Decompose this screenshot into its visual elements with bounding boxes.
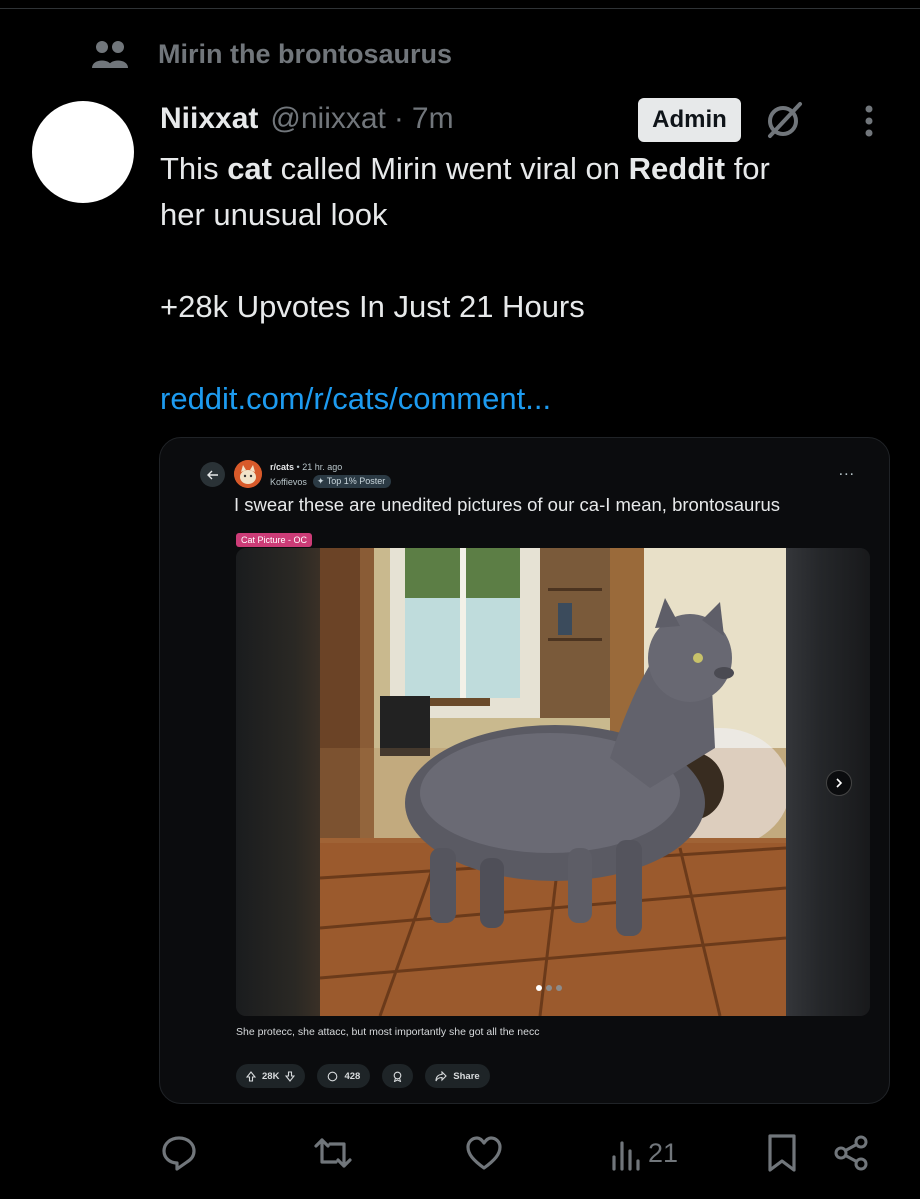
reddit-comments-pill: 428 [317,1064,371,1088]
comment-count: 428 [344,1070,361,1082]
carousel-dot-1 [536,985,542,991]
author-handle[interactable]: @niixxat [270,102,386,136]
reddit-user-line: Koffievos ✦ Top 1% Poster [270,475,392,488]
views-icon [612,1141,640,1171]
post-text: This cat called Mirin went viral on Redd… [160,146,880,422]
community-icon [90,36,136,72]
admin-badge: Admin [638,98,741,142]
award-icon [393,1071,402,1082]
share-arrow-icon [435,1070,448,1081]
post-time[interactable]: 7m [412,102,454,136]
reddit-vote-pill: 28K [236,1064,306,1088]
post-text-line-2: her unusual look [160,197,388,232]
subreddit-line: r/cats • 21 hr. ago [270,462,342,472]
reddit-award-pill [382,1064,414,1088]
share-icon [834,1135,868,1171]
separator: · [393,102,404,135]
post-flair: Cat Picture - OC [236,533,313,547]
author-name[interactable]: Niixxat [160,102,258,136]
post-text-line-1: This cat called Mirin went viral on Redd… [160,151,770,186]
carousel-dot-2 [546,985,552,991]
more-options-icon[interactable] [852,100,886,142]
repost-button[interactable] [312,1130,354,1176]
upvote-count: 28K [262,1070,280,1082]
grok-icon[interactable] [760,98,808,142]
community-name[interactable]: Mirin the brontosaurus [158,39,452,70]
post-text-line-3: +28k Upvotes In Just 21 Hours [160,289,585,324]
reddit-username: Koffievos [270,476,307,487]
repost-icon [314,1138,352,1168]
heart-icon [466,1136,502,1170]
reddit-more-icon: ... [838,462,855,479]
cat-photo [320,548,786,1016]
share-label: Share [453,1070,480,1082]
bookmark-button[interactable] [766,1130,798,1176]
avatar[interactable] [32,101,134,203]
views-count: 21 [648,1137,679,1168]
media-screenshot[interactable]: r/cats • 21 hr. ago Koffievos ✦ Top 1% P… [159,437,890,1104]
post-link[interactable]: reddit.com/r/cats/comment... [160,376,880,422]
reply-icon [162,1136,196,1171]
reply-button[interactable] [160,1130,198,1176]
reddit-action-bar: 28K 428 Share [236,1064,490,1088]
like-button[interactable] [465,1130,503,1176]
post-age: • 21 hr. ago [296,462,343,472]
reddit-post-title: I swear these are unedited pictures of o… [234,494,781,515]
top-poster-badge: ✦ Top 1% Poster [312,475,392,488]
cat-photo-frame [236,548,870,1016]
subreddit-name: r/cats [270,462,295,472]
downvote-icon [285,1070,296,1082]
post-header: Niixxat @niixxat · 7m [160,98,454,140]
reddit-caption: She protecc, she attacc, but most import… [236,1026,540,1038]
subreddit-icon [234,460,262,488]
comment-icon [328,1071,338,1081]
carousel-next-button[interactable] [826,770,852,796]
carousel-dot-3 [556,985,562,991]
post-action-bar: 21 [0,1130,920,1176]
bookmark-icon [768,1134,796,1172]
carousel-indicator [536,985,562,991]
back-arrow-icon [200,462,225,487]
reddit-share-pill: Share [425,1064,490,1088]
views-button[interactable]: 21 [610,1130,678,1176]
community-context[interactable]: Mirin the brontosaurus [90,36,452,72]
top-divider [0,8,920,9]
upvote-icon [246,1070,256,1082]
share-button[interactable] [832,1130,870,1176]
